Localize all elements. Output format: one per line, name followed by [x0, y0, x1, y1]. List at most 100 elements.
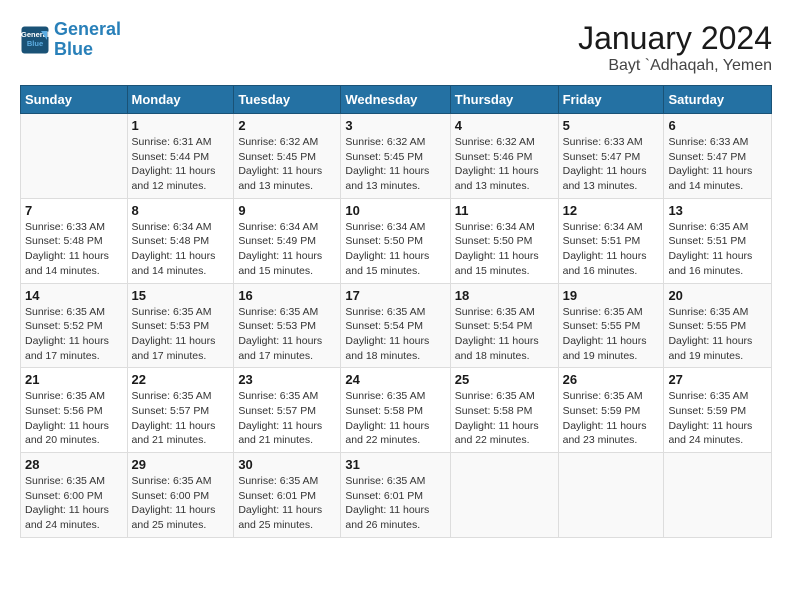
day-number: 27 — [668, 372, 767, 387]
day-info: Sunrise: 6:35 AMSunset: 5:51 PMDaylight:… — [668, 220, 767, 279]
day-info: Sunrise: 6:34 AMSunset: 5:50 PMDaylight:… — [345, 220, 445, 279]
day-info: Sunrise: 6:32 AMSunset: 5:45 PMDaylight:… — [345, 135, 445, 194]
calendar-cell: 7 Sunrise: 6:33 AMSunset: 5:48 PMDaylight… — [21, 198, 128, 283]
calendar-cell: 4 Sunrise: 6:32 AMSunset: 5:46 PMDaylight… — [450, 114, 558, 199]
calendar-cell: 25 Sunrise: 6:35 AMSunset: 5:58 PMDayligh… — [450, 368, 558, 453]
header-cell-sunday: Sunday — [21, 86, 128, 114]
calendar-cell — [450, 453, 558, 538]
week-row-2: 7 Sunrise: 6:33 AMSunset: 5:48 PMDaylight… — [21, 198, 772, 283]
day-number: 4 — [455, 118, 554, 133]
day-number: 30 — [238, 457, 336, 472]
day-info: Sunrise: 6:35 AMSunset: 5:58 PMDaylight:… — [455, 389, 554, 448]
calendar-cell: 28Sunrise: 6:35 AMSunset: 6:00 PMDayligh… — [21, 453, 128, 538]
day-info: Sunrise: 6:35 AMSunset: 5:55 PMDaylight:… — [668, 305, 767, 364]
day-number: 2 — [238, 118, 336, 133]
day-info: Sunrise: 6:34 AMSunset: 5:49 PMDaylight:… — [238, 220, 336, 279]
calendar-cell — [21, 114, 128, 199]
calendar-cell: 24Sunrise: 6:35 AMSunset: 5:58 PMDayligh… — [341, 368, 450, 453]
calendar-cell: 21 Sunrise: 6:35 AMSunset: 5:56 PMDayligh… — [21, 368, 128, 453]
day-info: Sunrise: 6:35 AMSunset: 6:01 PMDaylight:… — [345, 474, 445, 533]
calendar-cell: 12 Sunrise: 6:34 AMSunset: 5:51 PMDayligh… — [558, 198, 664, 283]
header-cell-tuesday: Tuesday — [234, 86, 341, 114]
day-number: 5 — [563, 118, 660, 133]
day-info: Sunrise: 6:35 AMSunset: 5:59 PMDaylight:… — [668, 389, 767, 448]
day-info: Sunrise: 6:35 AMSunset: 5:55 PMDaylight:… — [563, 305, 660, 364]
day-info: Sunrise: 6:35 AMSunset: 5:56 PMDaylight:… — [25, 389, 123, 448]
day-info: Sunrise: 6:35 AMSunset: 5:57 PMDaylight:… — [132, 389, 230, 448]
calendar-cell: 3 Sunrise: 6:32 AMSunset: 5:45 PMDaylight… — [341, 114, 450, 199]
day-number: 25 — [455, 372, 554, 387]
header-cell-friday: Friday — [558, 86, 664, 114]
calendar-cell: 27 Sunrise: 6:35 AMSunset: 5:59 PMDayligh… — [664, 368, 772, 453]
calendar-cell: 22 Sunrise: 6:35 AMSunset: 5:57 PMDayligh… — [127, 368, 234, 453]
day-number: 28 — [25, 457, 123, 472]
main-title: January 2024 — [578, 20, 772, 57]
day-info: Sunrise: 6:35 AMSunset: 5:59 PMDaylight:… — [563, 389, 660, 448]
day-info: Sunrise: 6:35 AMSunset: 5:54 PMDaylight:… — [455, 305, 554, 364]
day-number: 11 — [455, 203, 554, 218]
day-info: Sunrise: 6:33 AMSunset: 5:48 PMDaylight:… — [25, 220, 123, 279]
day-info: Sunrise: 6:31 AMSunset: 5:44 PMDaylight:… — [132, 135, 230, 194]
day-number: 26 — [563, 372, 660, 387]
calendar-cell: 13 Sunrise: 6:35 AMSunset: 5:51 PMDayligh… — [664, 198, 772, 283]
day-number: 23 — [238, 372, 336, 387]
day-info: Sunrise: 6:32 AMSunset: 5:45 PMDaylight:… — [238, 135, 336, 194]
calendar-cell: 9Sunrise: 6:34 AMSunset: 5:49 PMDaylight… — [234, 198, 341, 283]
day-number: 6 — [668, 118, 767, 133]
day-number: 31 — [345, 457, 445, 472]
title-block: January 2024 Bayt `Adhaqah, Yemen — [578, 20, 772, 75]
calendar-cell: 26 Sunrise: 6:35 AMSunset: 5:59 PMDayligh… — [558, 368, 664, 453]
subtitle: Bayt `Adhaqah, Yemen — [578, 57, 772, 75]
logo: General Blue General Blue — [20, 20, 121, 60]
header-cell-monday: Monday — [127, 86, 234, 114]
day-info: Sunrise: 6:35 AMSunset: 5:53 PMDaylight:… — [132, 305, 230, 364]
day-number: 19 — [563, 288, 660, 303]
logo-icon: General Blue — [20, 25, 50, 55]
calendar-cell: 2 Sunrise: 6:32 AMSunset: 5:45 PMDaylight… — [234, 114, 341, 199]
day-number: 18 — [455, 288, 554, 303]
week-row-4: 21 Sunrise: 6:35 AMSunset: 5:56 PMDayligh… — [21, 368, 772, 453]
header-cell-saturday: Saturday — [664, 86, 772, 114]
day-number: 12 — [563, 203, 660, 218]
calendar-cell: 29Sunrise: 6:35 AMSunset: 6:00 PMDayligh… — [127, 453, 234, 538]
calendar-cell: 16 Sunrise: 6:35 AMSunset: 5:53 PMDayligh… — [234, 283, 341, 368]
calendar-cell: 8Sunrise: 6:34 AMSunset: 5:48 PMDaylight… — [127, 198, 234, 283]
header-cell-wednesday: Wednesday — [341, 86, 450, 114]
day-number: 16 — [238, 288, 336, 303]
calendar-cell — [664, 453, 772, 538]
calendar-cell: 20 Sunrise: 6:35 AMSunset: 5:55 PMDayligh… — [664, 283, 772, 368]
day-info: Sunrise: 6:34 AMSunset: 5:48 PMDaylight:… — [132, 220, 230, 279]
calendar-cell: 17Sunrise: 6:35 AMSunset: 5:54 PMDayligh… — [341, 283, 450, 368]
calendar-cell: 23 Sunrise: 6:35 AMSunset: 5:57 PMDayligh… — [234, 368, 341, 453]
day-number: 7 — [25, 203, 123, 218]
calendar-cell: 14Sunrise: 6:35 AMSunset: 5:52 PMDayligh… — [21, 283, 128, 368]
day-number: 13 — [668, 203, 767, 218]
day-info: Sunrise: 6:34 AMSunset: 5:50 PMDaylight:… — [455, 220, 554, 279]
day-info: Sunrise: 6:35 AMSunset: 6:01 PMDaylight:… — [238, 474, 336, 533]
day-number: 20 — [668, 288, 767, 303]
day-number: 21 — [25, 372, 123, 387]
week-row-3: 14Sunrise: 6:35 AMSunset: 5:52 PMDayligh… — [21, 283, 772, 368]
svg-text:Blue: Blue — [27, 39, 43, 48]
day-info: Sunrise: 6:32 AMSunset: 5:46 PMDaylight:… — [455, 135, 554, 194]
day-info: Sunrise: 6:35 AMSunset: 5:57 PMDaylight:… — [238, 389, 336, 448]
day-info: Sunrise: 6:35 AMSunset: 5:53 PMDaylight:… — [238, 305, 336, 364]
day-number: 3 — [345, 118, 445, 133]
day-number: 24 — [345, 372, 445, 387]
calendar-cell — [558, 453, 664, 538]
calendar-cell: 10 Sunrise: 6:34 AMSunset: 5:50 PMDayligh… — [341, 198, 450, 283]
day-number: 22 — [132, 372, 230, 387]
day-info: Sunrise: 6:34 AMSunset: 5:51 PMDaylight:… — [563, 220, 660, 279]
calendar-cell: 19 Sunrise: 6:35 AMSunset: 5:55 PMDayligh… — [558, 283, 664, 368]
day-info: Sunrise: 6:35 AMSunset: 6:00 PMDaylight:… — [132, 474, 230, 533]
header-row: SundayMondayTuesdayWednesdayThursdayFrid… — [21, 86, 772, 114]
calendar-cell: 15Sunrise: 6:35 AMSunset: 5:53 PMDayligh… — [127, 283, 234, 368]
day-number: 10 — [345, 203, 445, 218]
day-info: Sunrise: 6:33 AMSunset: 5:47 PMDaylight:… — [668, 135, 767, 194]
day-info: Sunrise: 6:35 AMSunset: 5:54 PMDaylight:… — [345, 305, 445, 364]
calendar-cell: 5Sunrise: 6:33 AMSunset: 5:47 PMDaylight… — [558, 114, 664, 199]
day-info: Sunrise: 6:35 AMSunset: 5:52 PMDaylight:… — [25, 305, 123, 364]
week-row-1: 1 Sunrise: 6:31 AMSunset: 5:44 PMDaylight… — [21, 114, 772, 199]
day-number: 1 — [132, 118, 230, 133]
calendar-cell: 31 Sunrise: 6:35 AMSunset: 6:01 PMDayligh… — [341, 453, 450, 538]
